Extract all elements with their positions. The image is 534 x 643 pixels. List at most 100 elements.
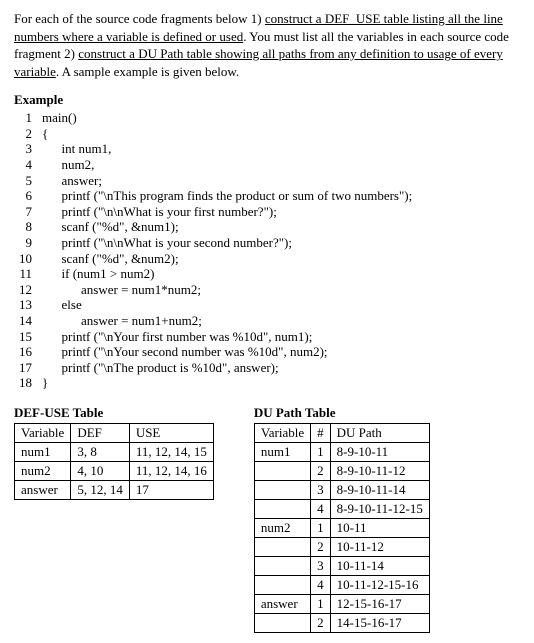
- code-line: 10 scanf ("%d", &num2);: [14, 251, 416, 267]
- cell: 1: [311, 518, 331, 537]
- table-header-row: Variable DEF USE: [15, 423, 214, 442]
- code-line: 8 scanf ("%d", &num1);: [14, 219, 416, 235]
- line-number: 8: [14, 219, 42, 235]
- code-text: printf ("\n\nWhat is your second number?…: [42, 235, 416, 251]
- table-row: num13, 811, 12, 14, 15: [15, 442, 214, 461]
- cell: 2: [311, 537, 331, 556]
- line-number: 2: [14, 126, 42, 142]
- col-dupath: DU Path: [330, 423, 429, 442]
- code-line: 13 else: [14, 297, 416, 313]
- cell: [254, 556, 310, 575]
- col-use: USE: [129, 423, 213, 442]
- line-number: 9: [14, 235, 42, 251]
- code-line: 4 num2,: [14, 157, 416, 173]
- instr-text: For each of the source code fragments be…: [14, 11, 265, 26]
- code-line: 15 printf ("\nYour first number was %10d…: [14, 329, 416, 345]
- code-text: {: [42, 126, 416, 142]
- cell: [254, 537, 310, 556]
- code-text: printf ("\nThe product is %10d", answer)…: [42, 360, 416, 376]
- code-line: 17 printf ("\nThe product is %10d", answ…: [14, 360, 416, 376]
- code-line: 7 printf ("\n\nWhat is your first number…: [14, 204, 416, 220]
- cell: 3: [311, 480, 331, 499]
- code-text: printf ("\nThis program finds the produc…: [42, 188, 416, 204]
- code-text: scanf ("%d", &num1);: [42, 219, 416, 235]
- table-row: 28-9-10-11-12: [254, 461, 429, 480]
- line-number: 14: [14, 313, 42, 329]
- cell: num1: [15, 442, 71, 461]
- code-text: int num1,: [42, 141, 416, 157]
- line-number: 18: [14, 375, 42, 391]
- code-text: }: [42, 375, 416, 391]
- table-row: num118-9-10-11: [254, 442, 429, 461]
- cell: [254, 499, 310, 518]
- table-row: 214-15-16-17: [254, 613, 429, 632]
- code-line: 1main(): [14, 110, 416, 126]
- cell: [254, 480, 310, 499]
- cell: [254, 613, 310, 632]
- code-text: printf ("\nYour first number was %10d", …: [42, 329, 416, 345]
- defuse-block: DEF-USE Table Variable DEF USE num13, 81…: [14, 405, 214, 633]
- code-text: else: [42, 297, 416, 313]
- cell: 4: [311, 575, 331, 594]
- code-text: printf ("\n\nWhat is your first number?"…: [42, 204, 416, 220]
- line-number: 17: [14, 360, 42, 376]
- cell: 17: [129, 480, 213, 499]
- table-row: 48-9-10-11-12-15: [254, 499, 429, 518]
- line-number: 13: [14, 297, 42, 313]
- cell: 5, 12, 14: [71, 480, 130, 499]
- code-text: scanf ("%d", &num2);: [42, 251, 416, 267]
- cell: 8-9-10-11: [330, 442, 429, 461]
- instr-text: . A sample example is given below.: [56, 64, 239, 79]
- instructions-paragraph: For each of the source code fragments be…: [14, 10, 520, 80]
- table-row: 410-11-12-15-16: [254, 575, 429, 594]
- cell: 8-9-10-11-12-15: [330, 499, 429, 518]
- cell: 1: [311, 594, 331, 613]
- code-text: main(): [42, 110, 416, 126]
- cell: 4, 10: [71, 461, 130, 480]
- code-line: 9 printf ("\n\nWhat is your second numbe…: [14, 235, 416, 251]
- code-text: num2,: [42, 157, 416, 173]
- code-line: 2{: [14, 126, 416, 142]
- col-num: #: [311, 423, 331, 442]
- dupath-block: DU Path Table Variable # DU Path num118-…: [254, 405, 430, 633]
- code-line: 18}: [14, 375, 416, 391]
- cell: 2: [311, 461, 331, 480]
- cell: 11, 12, 14, 16: [129, 461, 213, 480]
- col-variable: Variable: [15, 423, 71, 442]
- cell: 14-15-16-17: [330, 613, 429, 632]
- cell: 10-11-14: [330, 556, 429, 575]
- line-number: 4: [14, 157, 42, 173]
- table-row: num24, 1011, 12, 14, 16: [15, 461, 214, 480]
- code-text: if (num1 > num2): [42, 266, 416, 282]
- table-row: answer5, 12, 1417: [15, 480, 214, 499]
- code-line: 12 answer = num1*num2;: [14, 282, 416, 298]
- line-number: 16: [14, 344, 42, 360]
- line-number: 11: [14, 266, 42, 282]
- dupath-title: DU Path Table: [254, 405, 430, 421]
- cell: 11, 12, 14, 15: [129, 442, 213, 461]
- code-text: printf ("\nYour second number was %10d",…: [42, 344, 416, 360]
- table-header-row: Variable # DU Path: [254, 423, 429, 442]
- cell: answer: [15, 480, 71, 499]
- cell: 3: [311, 556, 331, 575]
- code-line: 11 if (num1 > num2): [14, 266, 416, 282]
- cell: num2: [15, 461, 71, 480]
- cell: 4: [311, 499, 331, 518]
- cell: 2: [311, 613, 331, 632]
- line-number: 15: [14, 329, 42, 345]
- line-number: 1: [14, 110, 42, 126]
- code-text: answer = num1+num2;: [42, 313, 416, 329]
- tables-container: DEF-USE Table Variable DEF USE num13, 81…: [14, 405, 520, 633]
- defuse-table: Variable DEF USE num13, 811, 12, 14, 15 …: [14, 423, 214, 500]
- line-number: 3: [14, 141, 42, 157]
- code-text: answer = num1*num2;: [42, 282, 416, 298]
- cell: num1: [254, 442, 310, 461]
- cell: [254, 461, 310, 480]
- code-line: 14 answer = num1+num2;: [14, 313, 416, 329]
- cell: 10-11-12: [330, 537, 429, 556]
- line-number: 6: [14, 188, 42, 204]
- code-listing: 1main() 2{ 3 int num1, 4 num2, 5 answer;…: [14, 110, 416, 391]
- col-def: DEF: [71, 423, 130, 442]
- cell: 10-11: [330, 518, 429, 537]
- cell: answer: [254, 594, 310, 613]
